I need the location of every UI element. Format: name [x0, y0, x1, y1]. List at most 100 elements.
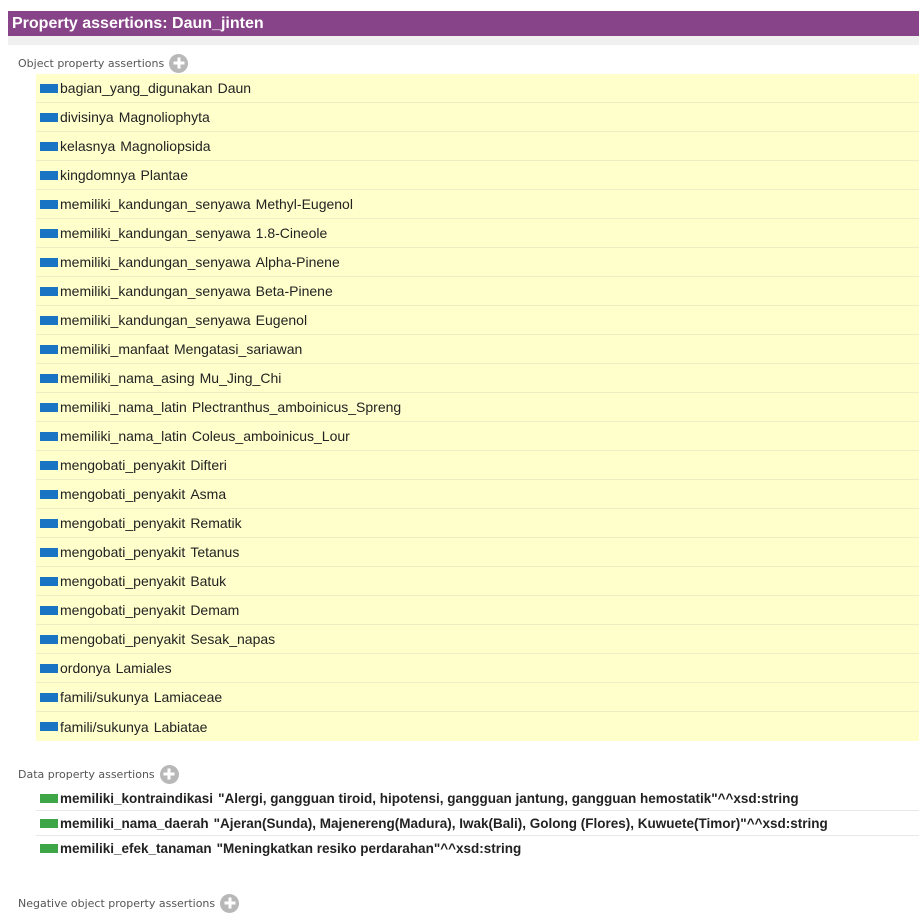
- object-property-icon: [40, 722, 58, 731]
- property-value: Sesak_napas: [190, 631, 276, 647]
- object-property-row[interactable]: memiliki_kandungan_senyawa Alpha-Pinene: [36, 248, 919, 277]
- panel-title: Property assertions: Daun_jinten: [8, 11, 919, 36]
- object-property-row[interactable]: famili/sukunya Lamiaceae: [36, 683, 919, 712]
- title-divider: [8, 36, 919, 45]
- property-name: famili/sukunya: [60, 689, 149, 705]
- property-name: memiliki_nama_latin: [60, 428, 187, 444]
- property-value: Magnoliophyta: [118, 109, 210, 125]
- object-property-icon: [40, 344, 58, 354]
- negative-object-property-section-label: Negative object property assertions: [18, 896, 216, 910]
- object-property-icon: [40, 170, 58, 180]
- object-property-icon: [40, 634, 58, 644]
- property-value: Demam: [190, 602, 240, 618]
- object-property-row[interactable]: divisinya Magnoliophyta: [36, 103, 919, 132]
- property-name: mengobati_penyakit: [60, 544, 186, 560]
- property-name: memiliki_nama_latin: [60, 399, 187, 415]
- object-property-row[interactable]: mengobati_penyakit Tetanus: [36, 538, 919, 567]
- add-negative-object-property-icon[interactable]: [220, 893, 240, 913]
- property-name: memiliki_kandungan_senyawa: [60, 254, 251, 270]
- object-property-icon: [40, 83, 58, 93]
- data-property-row[interactable]: memiliki_nama_daerah "Ajeran(Sunda), Maje…: [36, 811, 919, 836]
- object-property-row[interactable]: mengobati_penyakit Difteri: [36, 451, 919, 480]
- property-value: Magnoliopsida: [120, 138, 211, 154]
- object-property-list: bagian_yang_digunakan Daun divisinya Magnol…: [36, 74, 919, 741]
- property-value: "Ajeran(Sunda), Majenereng(Madura), Iwak…: [213, 815, 828, 831]
- object-property-icon: [40, 315, 58, 325]
- property-assertions-panel: Property assertions: Daun_jinten Object …: [0, 0, 919, 921]
- negative-object-property-section-header: Negative object property assertions: [18, 893, 240, 913]
- object-property-row[interactable]: bagian_yang_digunakan Daun: [36, 74, 919, 103]
- data-property-section-label: Data property assertions: [18, 767, 155, 781]
- object-property-icon: [40, 518, 58, 528]
- object-property-icon: [40, 373, 58, 383]
- property-name: mengobati_penyakit: [60, 573, 186, 589]
- object-property-row[interactable]: mengobati_penyakit Demam: [36, 596, 919, 625]
- property-value: Difteri: [190, 457, 227, 473]
- property-name: memiliki_nama_asing: [60, 370, 195, 386]
- data-property-icon: [40, 844, 58, 853]
- data-property-section-header: Data property assertions: [18, 764, 179, 784]
- object-property-row[interactable]: mengobati_penyakit Sesak_napas: [36, 625, 919, 654]
- object-property-row[interactable]: mengobati_penyakit Rematik: [36, 509, 919, 538]
- property-value: Plectranthus_amboinicus_Spreng: [191, 399, 402, 415]
- property-name: divisinya: [60, 109, 114, 125]
- property-name: famili/sukunya: [60, 718, 149, 735]
- property-name: mengobati_penyakit: [60, 457, 186, 473]
- object-property-icon: [40, 460, 58, 470]
- object-property-icon: [40, 141, 58, 151]
- add-object-property-icon[interactable]: [169, 53, 189, 73]
- object-property-icon: [40, 576, 58, 586]
- object-property-row[interactable]: ordonya Lamiales: [36, 654, 919, 683]
- property-name: mengobati_penyakit: [60, 515, 186, 531]
- object-property-row[interactable]: kelasnya Magnoliopsida: [36, 132, 919, 161]
- property-name: mengobati_penyakit: [60, 486, 186, 502]
- object-property-row[interactable]: memiliki_kandungan_senyawa Beta-Pinene: [36, 277, 919, 306]
- object-property-row[interactable]: memiliki_kandungan_senyawa Eugenol: [36, 306, 919, 335]
- property-value: Beta-Pinene: [255, 283, 333, 299]
- property-name: ordonya: [60, 660, 111, 676]
- property-name: memiliki_kandungan_senyawa: [60, 283, 251, 299]
- object-property-icon: [40, 489, 58, 499]
- object-property-row[interactable]: memiliki_kandungan_senyawa Methyl-Eugenol: [36, 190, 919, 219]
- property-name: mengobati_penyakit: [60, 631, 186, 647]
- property-name: memiliki_manfaat: [60, 341, 169, 357]
- property-value: "Meningkatkan resiko perdarahan"^^xsd:st…: [216, 841, 522, 856]
- object-property-row[interactable]: memiliki_nama_asing Mu_Jing_Chi: [36, 364, 919, 393]
- property-name: kingdomnya: [60, 167, 136, 183]
- object-property-row[interactable]: memiliki_manfaat Mengatasi_sariawan: [36, 335, 919, 364]
- property-value: Tetanus: [190, 544, 240, 560]
- add-data-property-icon[interactable]: [159, 764, 179, 784]
- object-property-section-label: Object property assertions: [18, 56, 165, 70]
- object-property-row[interactable]: famili/sukunya Labiatae: [36, 712, 919, 741]
- property-name: memiliki_kandungan_senyawa: [60, 225, 251, 241]
- object-property-row[interactable]: mengobati_penyakit Batuk: [36, 567, 919, 596]
- object-property-icon: [40, 431, 58, 441]
- property-value: Batuk: [190, 573, 227, 589]
- object-property-row[interactable]: memiliki_nama_latin Coleus_amboinicus_Lou…: [36, 422, 919, 451]
- object-property-icon: [40, 605, 58, 615]
- object-property-row[interactable]: kingdomnya Plantae: [36, 161, 919, 190]
- property-name: memiliki_nama_daerah: [60, 815, 209, 831]
- data-property-list: memiliki_kontraindikasi "Alergi, gangguan…: [36, 786, 919, 861]
- property-value: Alpha-Pinene: [255, 254, 340, 270]
- property-value: Methyl-Eugenol: [255, 196, 353, 212]
- object-property-icon: [40, 228, 58, 238]
- property-value: Coleus_amboinicus_Lour: [191, 428, 350, 444]
- property-name: memiliki_kandungan_senyawa: [60, 312, 251, 328]
- object-property-icon: [40, 663, 58, 673]
- property-name: mengobati_penyakit: [60, 602, 186, 618]
- object-property-row[interactable]: memiliki_kandungan_senyawa 1.8-Cineole: [36, 219, 919, 248]
- object-property-row[interactable]: mengobati_penyakit Asma: [36, 480, 919, 509]
- property-value: Lamiales: [115, 660, 172, 676]
- property-name: memiliki_efek_tanaman: [60, 841, 212, 856]
- property-name: memiliki_kandungan_senyawa: [60, 196, 251, 212]
- property-value: Mengatasi_sariawan: [173, 341, 303, 357]
- object-property-icon: [40, 402, 58, 412]
- object-property-row[interactable]: memiliki_nama_latin Plectranthus_amboinic…: [36, 393, 919, 422]
- data-property-row[interactable]: memiliki_efek_tanaman "Meningkatkan resik…: [36, 836, 919, 861]
- data-property-icon: [40, 793, 58, 803]
- property-value: Lamiaceae: [153, 689, 223, 705]
- object-property-icon: [40, 692, 58, 702]
- object-property-icon: [40, 286, 58, 296]
- data-property-row[interactable]: memiliki_kontraindikasi "Alergi, gangguan…: [36, 786, 919, 811]
